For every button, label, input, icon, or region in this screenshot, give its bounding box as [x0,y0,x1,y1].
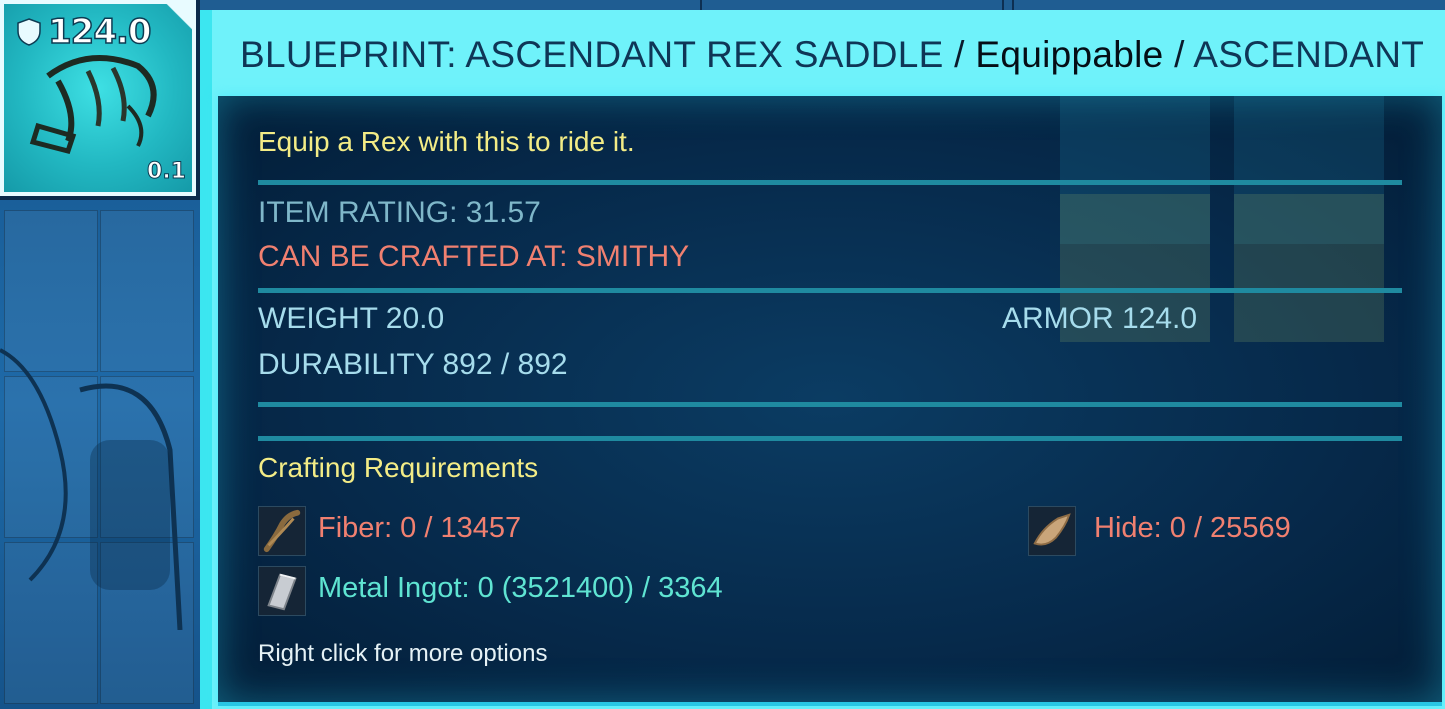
crafted-at-station: CAN BE CRAFTED AT: SMITHY [258,240,690,273]
divider [258,402,1402,407]
divider [258,436,1402,441]
title-separator: / [943,34,976,75]
ghost-slot [1234,194,1384,342]
hide-requirement: Hide: 0 / 25569 [1094,512,1291,544]
divider [258,288,1402,293]
item-weight: WEIGHT 20.0 [258,302,445,335]
saddle-strap-icon [0,348,183,630]
shield-icon [17,18,41,46]
fiber-requirement: Fiber: 0 / 13457 [318,512,522,544]
metal-ingot-requirement: Metal Ingot: 0 (3521400) / 3364 [318,572,723,604]
tooltip-title: BLUEPRINT: ASCENDANT REX SADDLE / Equipp… [240,34,1424,76]
item-armor: ARMOR 124.0 [1002,302,1198,335]
item-description: Equip a Rex with this to ride it. [258,126,635,157]
hide-icon [1028,506,1076,556]
right-click-hint: Right click for more options [258,640,548,667]
item-durability: DURABILITY 892 / 892 [258,348,568,381]
item-tooltip: BLUEPRINT: ASCENDANT REX SADDLE / Equipp… [200,10,1445,709]
metal-ingot-icon [258,566,306,616]
divider [258,180,1402,185]
crafting-requirements-header: Crafting Requirements [258,452,539,483]
inventory-background [0,200,200,709]
selected-item-slot[interactable]: 124.0 0.1 [0,0,196,196]
rex-saddle-icon [29,55,157,155]
item-rating: ITEM RATING: 31.57 [258,196,541,229]
item-quality: ASCENDANT [1193,34,1425,75]
slot-weight-value: 0.1 [147,159,187,185]
item-name: BLUEPRINT: ASCENDANT REX SADDLE [240,34,944,75]
item-type: Equippable [975,34,1164,75]
tooltip-body: Equip a Rex with this to ride it. ITEM R… [218,96,1442,706]
title-separator: / [1163,34,1194,75]
slot-corner-marker [162,0,196,34]
fiber-icon [258,506,306,556]
